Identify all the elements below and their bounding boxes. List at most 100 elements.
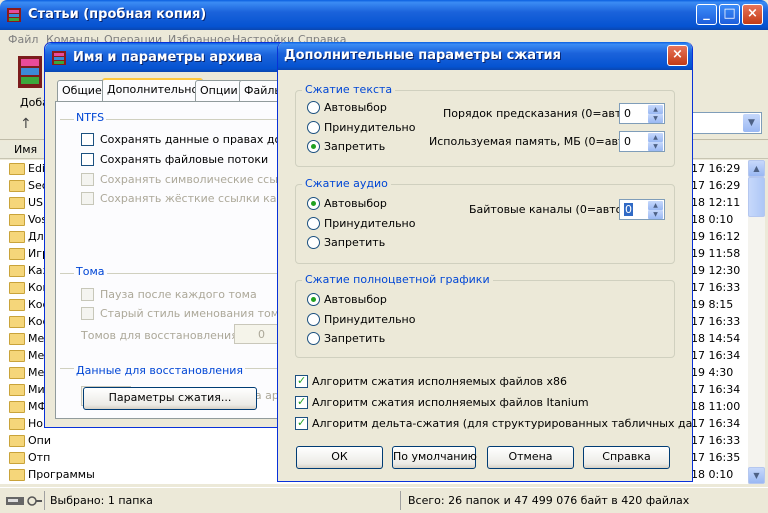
folder-icon	[9, 316, 25, 328]
ok-button[interactable]: ОК	[296, 446, 383, 469]
spin-down-icon[interactable]: ▼	[648, 114, 663, 123]
audio-compression-title: Сжатие аудио	[302, 177, 391, 190]
file-date: 18 0:10	[691, 468, 734, 481]
folder-icon	[9, 231, 25, 243]
graphics-force-radio[interactable]	[307, 313, 320, 326]
prediction-order-label: Порядок предсказания (0=авто):	[443, 107, 636, 120]
spin-down-icon[interactable]: ▼	[648, 142, 663, 151]
file-date: 19 16:12	[691, 230, 741, 243]
save-hardlinks-label: Сохранять жёсткие ссылки как ссылки	[100, 192, 293, 205]
scroll-up-button[interactable]: ▲	[748, 160, 765, 177]
spin-up-icon[interactable]: ▲	[648, 133, 663, 142]
file-date: 17 16:35	[691, 451, 741, 464]
scroll-thumb[interactable]	[748, 177, 765, 217]
cancel-button[interactable]: Отмена	[487, 446, 574, 469]
minimize-button[interactable]: _	[696, 4, 717, 25]
folder-icon	[9, 282, 25, 294]
graphics-force-label: Принудительно	[324, 313, 416, 326]
text-compression-title: Сжатие текста	[302, 83, 396, 96]
close-button[interactable]: ×	[742, 4, 763, 25]
menu-file[interactable]: Файл	[8, 33, 38, 46]
file-date: 17 16:29	[691, 162, 741, 175]
save-security-checkbox[interactable]	[81, 133, 94, 146]
folder-icon	[9, 401, 25, 413]
file-date: 19 8:15	[691, 298, 734, 311]
old-naming-label: Старый стиль именования томов	[100, 307, 293, 320]
add-button[interactable]: Доба	[8, 52, 49, 110]
save-symlinks-label: Сохранять символические ссылки как ссылк…	[100, 173, 293, 186]
spin-up-icon[interactable]: ▲	[648, 105, 663, 114]
graphics-disable-radio[interactable]	[307, 332, 320, 345]
folder-icon	[9, 469, 25, 481]
spin-down-icon[interactable]: ▼	[648, 210, 663, 219]
main-title-bar[interactable]: Статьи (пробная копия) _ □ ×	[0, 0, 768, 30]
dialog-close-button[interactable]: ×	[667, 45, 688, 66]
delta-filter-checkbox[interactable]	[295, 416, 308, 430]
prediction-order-input[interactable]: 0 ▲ ▼	[619, 103, 665, 124]
folder-icon	[9, 248, 25, 260]
save-symlinks-checkbox[interactable]	[81, 173, 94, 186]
main-window-title: Статьи (пробная копия)	[28, 7, 207, 22]
recovery-volumes-value: 0	[258, 328, 265, 341]
archive-dialog: Имя и параметры архива Общие Дополнитель…	[44, 42, 294, 428]
recovery-group-title: Данные для восстановления	[74, 364, 246, 377]
file-name: Отп	[28, 451, 51, 464]
audio-force-label: Принудительно	[324, 217, 416, 230]
save-streams-checkbox[interactable]	[81, 153, 94, 166]
compression-params-button[interactable]: Параметры сжатия...	[83, 387, 257, 410]
add-archive-icon	[18, 56, 42, 88]
folder-icon	[9, 384, 25, 396]
audio-auto-label: Автовыбор	[324, 197, 387, 210]
status-separator	[44, 491, 45, 510]
folder-icon	[9, 452, 25, 464]
text-force-radio[interactable]	[307, 121, 320, 134]
file-date: 19 4:30	[691, 366, 734, 379]
audio-force-radio[interactable]	[307, 217, 320, 230]
text-auto-label: Автовыбор	[324, 101, 387, 114]
folder-icon	[9, 333, 25, 345]
scroll-down-button[interactable]: ▼	[748, 467, 765, 484]
text-disable-radio[interactable]	[307, 140, 320, 153]
save-hardlinks-checkbox[interactable]	[81, 192, 94, 205]
folder-icon	[9, 299, 25, 311]
compression-dialog-title-bar[interactable]: Дополнительные параметры сжатия ×	[278, 42, 692, 70]
path-combobox[interactable]: ▼	[688, 112, 762, 134]
byte-channels-input[interactable]: 0 ▲ ▼	[619, 199, 665, 220]
vertical-scrollbar[interactable]: ▲ ▼	[748, 160, 765, 484]
save-streams-label: Сохранять файловые потоки	[100, 153, 269, 166]
itanium-filter-checkbox[interactable]	[295, 395, 308, 409]
file-date: 18 12:11	[691, 196, 741, 209]
default-button[interactable]: По умолчанию	[392, 446, 477, 469]
tab-options[interactable]: Опции	[195, 80, 243, 101]
graphics-compression-title: Сжатие полноцветной графики	[302, 273, 493, 286]
audio-auto-radio[interactable]	[307, 197, 320, 210]
spin-up-icon[interactable]: ▲	[648, 201, 663, 210]
folder-icon	[9, 435, 25, 447]
graphics-auto-radio[interactable]	[307, 293, 320, 306]
x86-filter-checkbox[interactable]	[295, 374, 308, 388]
folder-icon	[9, 418, 25, 430]
archive-dialog-title-bar[interactable]: Имя и параметры архива	[45, 43, 293, 72]
up-folder-icon[interactable]: ↑	[20, 116, 32, 132]
tab-advanced[interactable]: Дополнительно	[102, 78, 204, 102]
file-name: Программы	[28, 468, 95, 481]
column-name-label: Имя	[14, 143, 38, 156]
text-auto-radio[interactable]	[307, 101, 320, 114]
help-button[interactable]: Справка	[583, 446, 670, 469]
status-separator	[400, 491, 401, 510]
audio-disable-label: Запретить	[324, 236, 386, 249]
save-security-label: Сохранять данные о правах доступа	[100, 133, 294, 146]
winrar-icon	[7, 8, 21, 22]
maximize-button[interactable]: □	[719, 4, 740, 25]
memory-input[interactable]: 0 ▲ ▼	[619, 131, 665, 152]
pause-volume-checkbox[interactable]	[81, 288, 94, 301]
file-date: 17 16:29	[691, 179, 741, 192]
folder-icon	[9, 197, 25, 209]
file-date: 18 11:00	[691, 400, 741, 413]
file-date: 17 16:33	[691, 434, 741, 447]
chevron-down-icon[interactable]: ▼	[743, 114, 760, 132]
audio-disable-radio[interactable]	[307, 236, 320, 249]
pause-volume-label: Пауза после каждого тома	[100, 288, 257, 301]
old-naming-checkbox[interactable]	[81, 307, 94, 320]
tab-general[interactable]: Общие	[57, 80, 107, 101]
